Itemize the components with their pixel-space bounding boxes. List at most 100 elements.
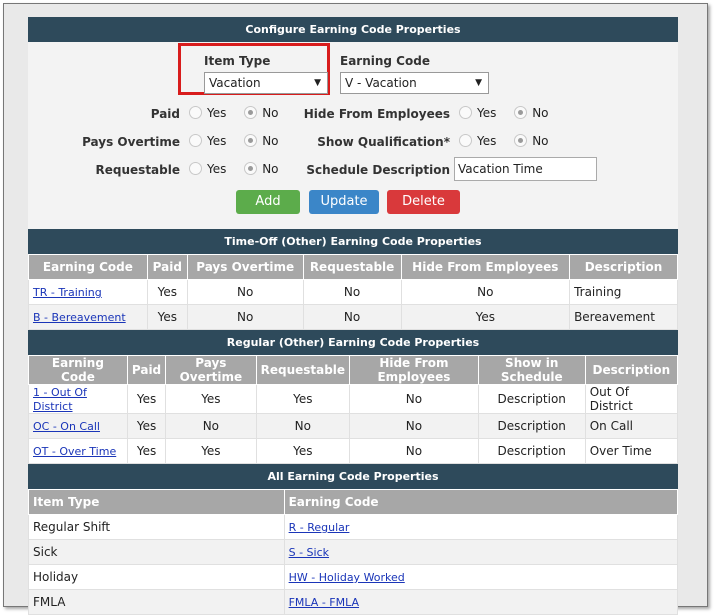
item-type-select[interactable]: Vacation ▼ bbox=[204, 72, 328, 94]
table-row: TR - Training Yes No No No Training bbox=[28, 279, 678, 305]
hide-yes-label: Yes bbox=[477, 106, 497, 120]
column-header: Hide From Employees bbox=[400, 254, 571, 280]
earning-code-link[interactable]: S - Sick bbox=[289, 546, 329, 559]
add-button[interactable]: Add bbox=[236, 190, 300, 214]
table-row: 1 - Out Of District Yes Yes Yes No Descr… bbox=[28, 384, 679, 414]
chevron-down-icon: ▼ bbox=[475, 78, 482, 88]
qualification-no-label: No bbox=[532, 134, 549, 148]
requestable-label: Requestable bbox=[95, 163, 180, 177]
cell-show-in-schedule: Description bbox=[477, 384, 586, 414]
overtime-no-radio[interactable] bbox=[244, 134, 258, 147]
column-header: Earning Code bbox=[283, 489, 679, 515]
earning-code-link[interactable]: R - Regular bbox=[289, 521, 350, 534]
update-button[interactable]: Update bbox=[309, 190, 379, 214]
overtime-no-label: No bbox=[262, 134, 279, 148]
cell-overtime: Yes bbox=[165, 438, 257, 464]
cell-requestable: No bbox=[302, 279, 402, 305]
overtime-yes-radio[interactable] bbox=[189, 134, 202, 147]
qualification-no-radio[interactable] bbox=[514, 134, 528, 147]
earning-code-link[interactable]: FMLA - FMLA bbox=[289, 596, 359, 609]
column-header: Item Type bbox=[28, 489, 285, 515]
cell-show-in-schedule: Description bbox=[477, 413, 586, 439]
cell-description: Over Time bbox=[584, 438, 679, 464]
all-title: All Earning Code Properties bbox=[28, 464, 678, 489]
show-qualification-label: Show Qualification* bbox=[317, 135, 450, 149]
cell-paid: Yes bbox=[146, 304, 188, 330]
earning-code-link[interactable]: HW - Holiday Worked bbox=[289, 571, 405, 584]
cell-item-type: Regular Shift bbox=[28, 514, 285, 540]
earning-code-panel: Configure Earning Code Properties Item T… bbox=[28, 17, 679, 615]
requestable-yes-label: Yes bbox=[207, 162, 227, 176]
column-header: Description bbox=[569, 254, 678, 280]
table-row: FMLA FMLA - FMLA bbox=[28, 589, 679, 615]
hide-no-radio[interactable] bbox=[514, 106, 528, 119]
schedule-description-input[interactable]: Vacation Time bbox=[454, 157, 597, 181]
timeoff-table: Earning Code Paid Pays Overtime Requesta… bbox=[28, 254, 678, 330]
paid-no-label: No bbox=[262, 106, 279, 120]
cell-item-type: FMLA bbox=[28, 589, 285, 615]
cell-paid: Yes bbox=[126, 384, 167, 414]
config-form: Item Type Vacation ▼ Earning Code V - Va… bbox=[28, 42, 678, 229]
hide-label: Hide From Employees bbox=[303, 107, 450, 121]
hide-radio-group: Yes No bbox=[459, 106, 563, 120]
cell-overtime: No bbox=[165, 413, 257, 439]
table-row: OT - Over Time Yes Yes Yes No Descriptio… bbox=[28, 438, 679, 464]
column-header: Earning Code bbox=[28, 355, 128, 385]
paid-yes-radio[interactable] bbox=[189, 106, 202, 119]
chevron-down-icon: ▼ bbox=[314, 78, 321, 88]
cell-paid: Yes bbox=[126, 438, 167, 464]
paid-no-radio[interactable] bbox=[244, 106, 258, 119]
earning-code-link[interactable]: TR - Training bbox=[33, 286, 102, 299]
qualification-radio-group: Yes No bbox=[459, 134, 563, 148]
table-row: OC - On Call Yes No No No Description On… bbox=[28, 413, 679, 439]
earning-code-select[interactable]: V - Vacation ▼ bbox=[340, 72, 489, 94]
column-header: Earning Code bbox=[28, 254, 148, 280]
item-type-value: Vacation bbox=[209, 76, 261, 90]
overtime-radio-group: Yes No bbox=[189, 134, 293, 148]
earning-code-link[interactable]: OC - On Call bbox=[33, 420, 100, 433]
column-header: Paid bbox=[146, 254, 188, 280]
cell-description: Out Of District bbox=[584, 384, 679, 414]
cell-item-type: Sick bbox=[28, 539, 285, 565]
column-header: Requestable bbox=[255, 355, 351, 385]
cell-description: Bereavement bbox=[569, 304, 678, 330]
cell-paid: Yes bbox=[126, 413, 167, 439]
cell-overtime: Yes bbox=[165, 384, 257, 414]
cell-requestable: No bbox=[302, 304, 402, 330]
cell-requestable: Yes bbox=[255, 384, 351, 414]
column-header: Show in Schedule bbox=[477, 355, 586, 385]
cell-requestable: Yes bbox=[255, 438, 351, 464]
column-header: Requestable bbox=[302, 254, 402, 280]
pays-overtime-label: Pays Overtime bbox=[82, 135, 180, 149]
overtime-yes-label: Yes bbox=[207, 134, 227, 148]
requestable-yes-radio[interactable] bbox=[189, 162, 202, 175]
requestable-no-radio[interactable] bbox=[244, 162, 258, 175]
item-type-label: Item Type bbox=[204, 54, 271, 68]
earning-code-value: V - Vacation bbox=[345, 76, 417, 90]
cell-hide: No bbox=[349, 413, 479, 439]
earning-code-link[interactable]: OT - Over Time bbox=[33, 445, 116, 458]
column-header: Description bbox=[584, 355, 679, 385]
earning-code-link[interactable]: B - Bereavement bbox=[33, 311, 126, 324]
regular-table: Earning Code Paid Pays Overtime Requesta… bbox=[28, 355, 679, 464]
delete-button[interactable]: Delete bbox=[387, 190, 460, 214]
hide-no-label: No bbox=[532, 106, 549, 120]
regular-title: Regular (Other) Earning Code Properties bbox=[28, 330, 678, 355]
cell-hide: No bbox=[400, 279, 571, 305]
qualification-yes-radio[interactable] bbox=[459, 134, 472, 147]
cell-hide: No bbox=[349, 384, 479, 414]
cell-overtime: No bbox=[186, 304, 304, 330]
cell-paid: Yes bbox=[146, 279, 188, 305]
table-row: B - Bereavement Yes No No Yes Bereavemen… bbox=[28, 304, 678, 330]
cell-hide: Yes bbox=[400, 304, 571, 330]
column-header: Pays Overtime bbox=[186, 254, 304, 280]
earning-code-label: Earning Code bbox=[340, 54, 430, 68]
config-title: Configure Earning Code Properties bbox=[28, 17, 678, 42]
hide-yes-radio[interactable] bbox=[459, 106, 472, 119]
column-header: Hide From Employees bbox=[349, 355, 479, 385]
column-header: Pays Overtime bbox=[165, 355, 257, 385]
cell-item-type: Holiday bbox=[28, 564, 285, 590]
cell-hide: No bbox=[349, 438, 479, 464]
earning-code-link[interactable]: 1 - Out Of District bbox=[33, 386, 87, 413]
cell-description: On Call bbox=[584, 413, 679, 439]
